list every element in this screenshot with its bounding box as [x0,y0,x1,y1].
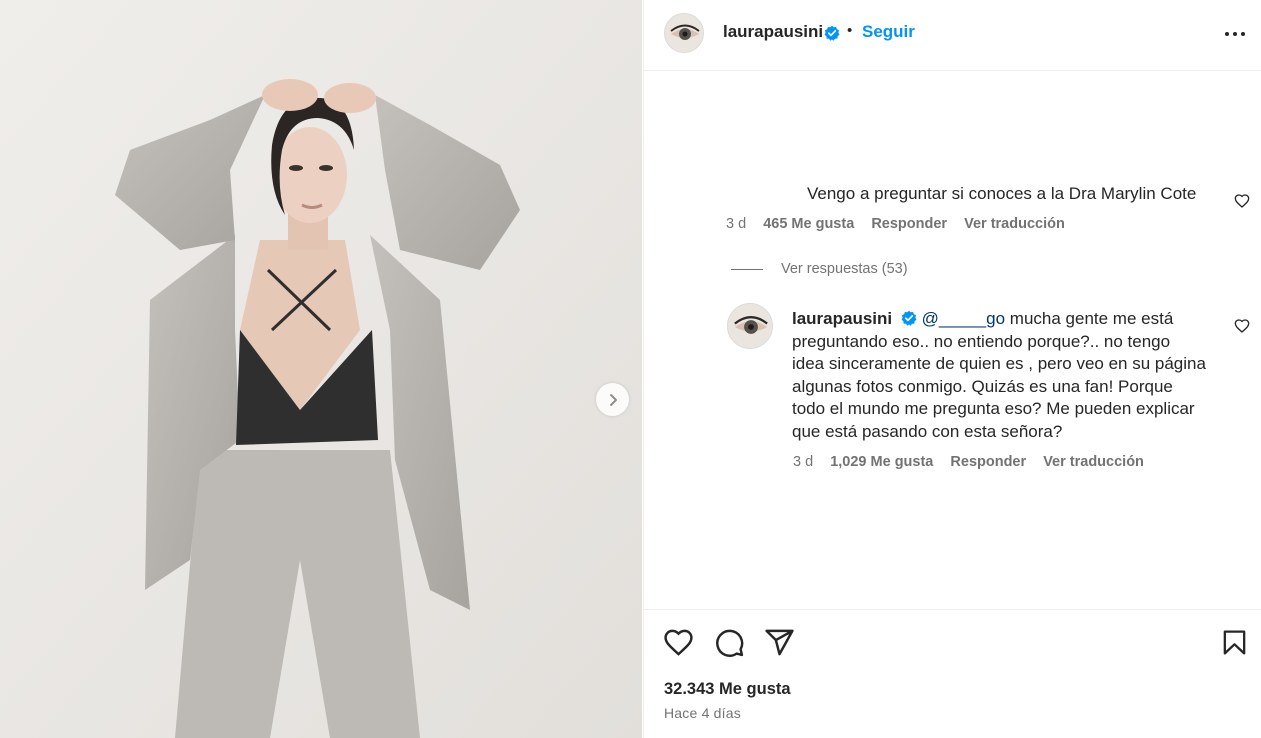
share-icon[interactable] [764,627,795,658]
replies-divider [731,269,763,270]
post-sidebar: laurapausini • Seguir Vengo a preguntar … [643,0,1261,738]
separator-dot: • [847,22,853,39]
view-replies-button[interactable]: Ver respuestas (53) [781,261,908,277]
author-username[interactable]: laurapausini [723,22,823,42]
reply-text-line: todo el mundo me pregunta eso? Me pueden… [792,399,1195,418]
post-media[interactable] [0,0,642,738]
post-header: laurapausini • Seguir [644,0,1261,71]
reply-text-line: idea sinceramente de quien es , pero veo… [792,354,1206,373]
heart-icon[interactable] [1234,318,1250,334]
heart-icon[interactable] [1234,193,1250,209]
translate-button[interactable]: Ver traducción [1043,454,1144,470]
reply-mention[interactable]: @_____go [922,309,1005,328]
verified-badge-icon [824,25,840,41]
next-photo-button[interactable] [596,383,629,416]
follow-button[interactable]: Seguir [862,22,915,42]
reply-meta: 3 d 1,029 Me gusta Responder Ver traducc… [793,454,1157,470]
reply-author-username[interactable]: laurapausini [792,309,892,328]
reply-text-line: que está pasando con esta señora? [792,421,1063,441]
translate-button[interactable]: Ver traducción [964,216,1065,232]
comment-age: 3 d [726,216,747,232]
comment-icon[interactable] [714,627,745,658]
reply-text-line: algunas fotos conmigo. Quizás es una fan… [792,376,1173,396]
reply-author-avatar[interactable] [727,303,773,349]
author-avatar[interactable] [664,13,704,53]
reply-button[interactable]: Responder [950,454,1026,470]
more-options-icon[interactable] [1220,24,1250,44]
chevron-right-icon [609,393,617,406]
reply-text-line: mucha gente me está [1009,309,1174,328]
reply-button[interactable]: Responder [871,216,947,232]
reply-age: 3 d [793,454,814,470]
comment-likes[interactable]: 465 Me gusta [763,216,854,232]
post-photo [0,0,642,738]
reply-likes[interactable]: 1,029 Me gusta [830,454,933,470]
bookmark-icon[interactable] [1220,627,1249,658]
avatar-eye-image [665,14,703,52]
verified-badge-icon [901,310,917,326]
reply-body: laurapausini @_____go mucha gente me est… [792,308,1232,443]
heart-icon[interactable] [663,627,694,658]
comment-meta: 3 d 465 Me gusta Responder Ver traducció… [726,216,1078,232]
post-likes-count[interactable]: 32.343 Me gusta [664,680,791,699]
post-timestamp: Hace 4 días [664,705,741,721]
comment-text: Vengo a preguntar si conoces a la Dra Ma… [807,184,1197,203]
avatar-eye-image [728,304,772,348]
reply-text-line: preguntando eso.. no entiendo porque?.. … [792,331,1171,351]
